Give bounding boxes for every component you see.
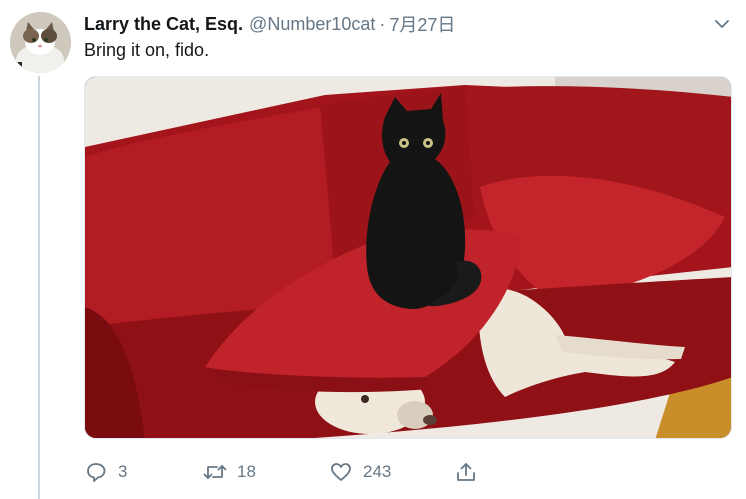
tweet-date[interactable]: 7月27日	[389, 11, 455, 37]
like-button[interactable]: 243	[329, 458, 391, 486]
thread-line	[38, 76, 40, 499]
retweet-button[interactable]: 18	[203, 458, 256, 486]
chevron-down-icon	[715, 20, 729, 28]
tweet-photo[interactable]	[84, 76, 732, 439]
avatar-cat-image	[10, 12, 71, 73]
share-button[interactable]	[454, 458, 478, 486]
retweet-count: 18	[237, 462, 256, 481]
like-count: 243	[363, 462, 392, 481]
retweet-icon	[203, 460, 227, 484]
more-options-button[interactable]	[710, 12, 734, 36]
heart-icon	[329, 460, 353, 484]
share-icon	[454, 460, 478, 484]
cat-on-dog-sofa-image	[85, 77, 731, 438]
avatar[interactable]	[10, 12, 71, 73]
tweet-text: Bring it on, fido.	[84, 40, 210, 60]
tweet-actions: 3 18 243	[84, 458, 504, 486]
display-name[interactable]: Larry the Cat, Esq.	[84, 14, 243, 35]
reply-button[interactable]: 3	[84, 458, 127, 486]
tweet-header: Larry the Cat, Esq. @Number10cat · 7月27日	[84, 12, 455, 36]
reply-count: 3	[118, 462, 128, 481]
user-handle[interactable]: @Number10cat	[249, 14, 375, 35]
reply-icon	[84, 460, 108, 484]
separator-dot: ·	[379, 13, 386, 34]
